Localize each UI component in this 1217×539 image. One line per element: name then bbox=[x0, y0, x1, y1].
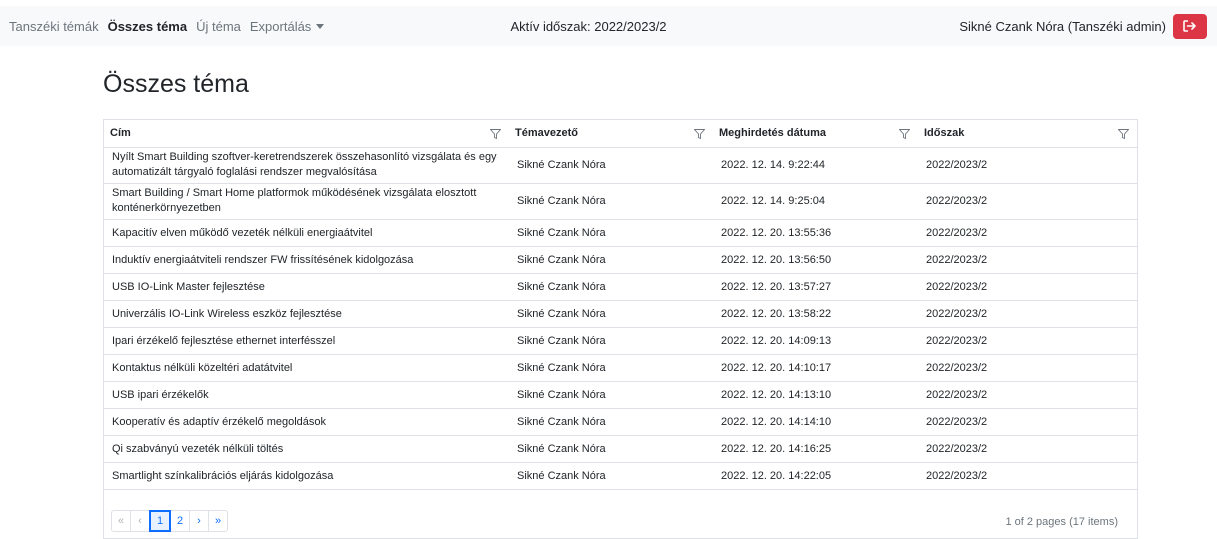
topics-table: Cím Témavezető Meghirdetés dátuma Idősza… bbox=[104, 120, 1137, 490]
cell-date: 2022. 12. 20. 14:09:13 bbox=[713, 327, 918, 355]
cell-date: 2022. 12. 20. 13:57:27 bbox=[713, 273, 918, 301]
logout-icon bbox=[1183, 20, 1196, 32]
table-row[interactable]: USB IO-Link Master fejlesztése Sikné Cza… bbox=[104, 273, 1137, 301]
filter-icon[interactable] bbox=[490, 129, 501, 139]
table-row[interactable]: Nyílt Smart Building szoftver-keretrends… bbox=[104, 147, 1137, 184]
top-navbar: Tanszéki témák Összes téma Új téma Expor… bbox=[0, 6, 1217, 46]
first-page-button[interactable]: « bbox=[111, 510, 131, 532]
table-row[interactable]: USB ipari érzékelők Sikné Czank Nóra 202… bbox=[104, 381, 1137, 409]
table-row[interactable]: Kapacitív elven működő vezeték nélküli e… bbox=[104, 219, 1137, 247]
cell-cim: Smart Building / Smart Home platformok m… bbox=[104, 183, 509, 220]
cell-period: 2022/2023/2 bbox=[918, 219, 1137, 247]
table-row[interactable]: Smart Building / Smart Home platformok m… bbox=[104, 183, 1137, 220]
cell-temavezeto: Sikné Czank Nóra bbox=[509, 246, 713, 274]
cell-period: 2022/2023/2 bbox=[918, 327, 1137, 355]
table-row[interactable]: Smartlight színkalibrációs eljárás kidol… bbox=[104, 462, 1137, 490]
cell-date: 2022. 12. 14. 9:25:04 bbox=[713, 183, 918, 220]
cell-cim: Smartlight színkalibrációs eljárás kidol… bbox=[104, 462, 509, 490]
cell-cim: Induktív energiaátviteli rendszer FW fri… bbox=[104, 246, 509, 274]
next-page-button[interactable]: › bbox=[189, 510, 209, 532]
cell-cim: Ipari érzékelő fejlesztése ethernet inte… bbox=[104, 327, 509, 355]
export-dropdown-label: Exportálás bbox=[249, 18, 312, 34]
cell-cim: Kapacitív elven működő vezeték nélküli e… bbox=[104, 219, 509, 247]
cell-period: 2022/2023/2 bbox=[918, 381, 1137, 409]
cell-period: 2022/2023/2 bbox=[918, 147, 1137, 184]
cell-temavezeto: Sikné Czank Nóra bbox=[509, 381, 713, 409]
column-header-label: Témavezető bbox=[515, 127, 578, 140]
nav-links: Tanszéki témák Összes téma Új téma Expor… bbox=[0, 19, 333, 34]
cell-period: 2022/2023/2 bbox=[918, 300, 1137, 328]
last-page-button[interactable]: » bbox=[208, 510, 228, 532]
cell-period: 2022/2023/2 bbox=[918, 435, 1137, 463]
cell-cim: Qi szabványú vezeték nélküli töltés bbox=[104, 435, 509, 463]
cell-cim: Kooperatív és adaptív érzékelő megoldáso… bbox=[104, 408, 509, 436]
cell-date: 2022. 12. 20. 13:56:50 bbox=[713, 246, 918, 274]
cell-cim: Nyílt Smart Building szoftver-keretrends… bbox=[104, 147, 509, 184]
cell-date: 2022. 12. 20. 14:16:25 bbox=[713, 435, 918, 463]
column-header-label: Meghirdetés dátuma bbox=[719, 127, 826, 140]
cell-period: 2022/2023/2 bbox=[918, 408, 1137, 436]
cell-temavezeto: Sikné Czank Nóra bbox=[509, 408, 713, 436]
nav-link-osszes-tema[interactable]: Összes téma bbox=[108, 19, 188, 34]
column-header-label: Időszak bbox=[924, 127, 965, 140]
table-row[interactable]: Induktív energiaátviteli rendszer FW fri… bbox=[104, 246, 1137, 274]
cell-date: 2022. 12. 20. 13:58:22 bbox=[713, 300, 918, 328]
column-header-label: Cím bbox=[110, 127, 131, 140]
cell-date: 2022. 12. 20. 14:14:10 bbox=[713, 408, 918, 436]
cell-cim: USB IO-Link Master fejlesztése bbox=[104, 273, 509, 301]
filter-icon[interactable] bbox=[899, 129, 910, 139]
table-row[interactable]: Kooperatív és adaptív érzékelő megoldáso… bbox=[104, 408, 1137, 436]
cell-period: 2022/2023/2 bbox=[918, 246, 1137, 274]
topics-grid: Cím Témavezető Meghirdetés dátuma Idősza… bbox=[103, 119, 1138, 539]
column-header-idoszak[interactable]: Időszak bbox=[918, 120, 1137, 148]
cell-temavezeto: Sikné Czank Nóra bbox=[509, 273, 713, 301]
cell-period: 2022/2023/2 bbox=[918, 354, 1137, 382]
cell-date: 2022. 12. 20. 13:55:36 bbox=[713, 219, 918, 247]
filter-icon[interactable] bbox=[694, 129, 705, 139]
page-title: Összes téma bbox=[103, 70, 249, 98]
table-row[interactable]: Qi szabványú vezeték nélküli töltés Sikn… bbox=[104, 435, 1137, 463]
table-row[interactable]: Kontaktus nélküli közeltéri adatátvitel … bbox=[104, 354, 1137, 382]
user-name: Sikné Czank Nóra (Tanszéki admin) bbox=[959, 18, 1166, 34]
filter-icon[interactable] bbox=[1118, 129, 1129, 139]
cell-temavezeto: Sikné Czank Nóra bbox=[509, 300, 713, 328]
cell-cim: USB ipari érzékelők bbox=[104, 381, 509, 409]
nav-link-tanszeki-temak[interactable]: Tanszéki témák bbox=[9, 19, 99, 34]
caret-down-icon bbox=[316, 23, 325, 29]
table-row[interactable]: Univerzális IO-Link Wireless eszköz fejl… bbox=[104, 300, 1137, 328]
pager-info: 1 of 2 pages (17 items) bbox=[1005, 516, 1118, 528]
cell-temavezeto: Sikné Czank Nóra bbox=[509, 147, 713, 184]
cell-temavezeto: Sikné Czank Nóra bbox=[509, 219, 713, 247]
column-header-temavezeto[interactable]: Témavezető bbox=[509, 120, 713, 148]
cell-date: 2022. 12. 14. 9:22:44 bbox=[713, 147, 918, 184]
table-header-row: Cím Témavezető Meghirdetés dátuma Idősza… bbox=[104, 120, 1137, 148]
cell-temavezeto: Sikné Czank Nóra bbox=[509, 183, 713, 220]
pagination: « ‹ 1 2 › » bbox=[111, 510, 228, 532]
table-row[interactable]: Ipari érzékelő fejlesztése ethernet inte… bbox=[104, 327, 1137, 355]
cell-temavezeto: Sikné Czank Nóra bbox=[509, 462, 713, 490]
column-header-meghirdetes-datuma[interactable]: Meghirdetés dátuma bbox=[713, 120, 918, 148]
logout-button[interactable] bbox=[1173, 13, 1207, 39]
export-dropdown[interactable]: Exportálás bbox=[249, 18, 325, 34]
prev-page-button[interactable]: ‹ bbox=[130, 510, 150, 532]
cell-cim: Univerzális IO-Link Wireless eszköz fejl… bbox=[104, 300, 509, 328]
page-button-2[interactable]: 2 bbox=[170, 510, 190, 532]
cell-cim: Kontaktus nélküli közeltéri adatátvitel bbox=[104, 354, 509, 382]
cell-temavezeto: Sikné Czank Nóra bbox=[509, 435, 713, 463]
cell-date: 2022. 12. 20. 14:13:10 bbox=[713, 381, 918, 409]
cell-period: 2022/2023/2 bbox=[918, 183, 1137, 220]
cell-temavezeto: Sikné Czank Nóra bbox=[509, 354, 713, 382]
cell-temavezeto: Sikné Czank Nóra bbox=[509, 327, 713, 355]
cell-date: 2022. 12. 20. 14:22:05 bbox=[713, 462, 918, 490]
cell-period: 2022/2023/2 bbox=[918, 462, 1137, 490]
nav-link-uj-tema[interactable]: Új téma bbox=[196, 19, 241, 34]
cell-date: 2022. 12. 20. 14:10:17 bbox=[713, 354, 918, 382]
page-button-1[interactable]: 1 bbox=[149, 510, 171, 532]
column-header-cim[interactable]: Cím bbox=[104, 120, 509, 148]
cell-period: 2022/2023/2 bbox=[918, 273, 1137, 301]
